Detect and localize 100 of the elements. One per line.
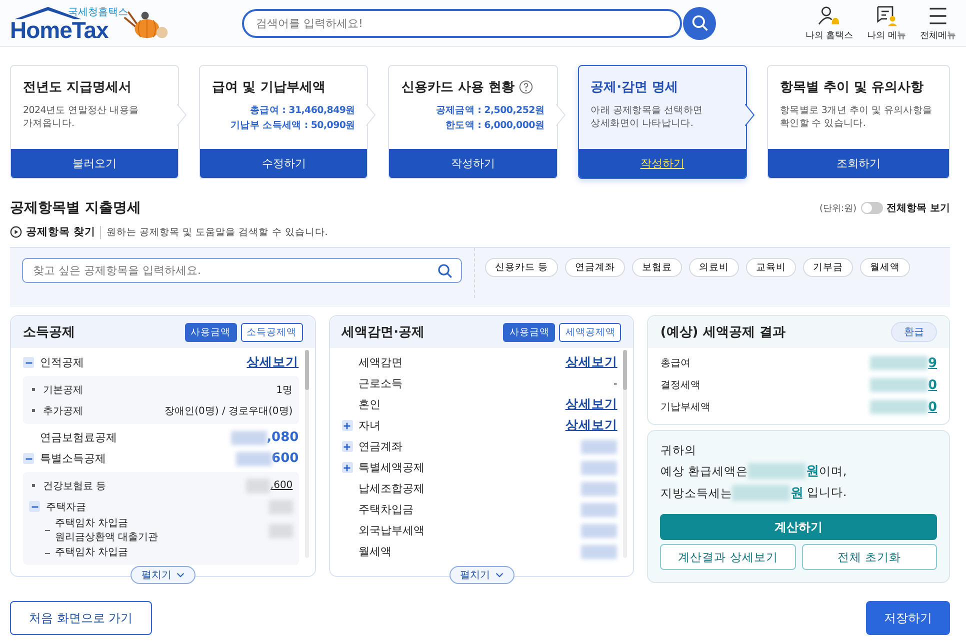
- mode-tab[interactable]: 세액공제액: [559, 322, 622, 342]
- step-description: 아래 공제항목을 선택하면 상세화면이 나타납니다.: [590, 104, 704, 131]
- row-value: ,600: [270, 480, 293, 491]
- currency-unit: 원: [790, 485, 804, 502]
- row-label: 자녀: [358, 418, 381, 433]
- calculate-button[interactable]: 계산하기: [660, 514, 938, 540]
- plus-icon: [343, 422, 352, 430]
- detail-link[interactable]: 상세보기: [246, 354, 299, 371]
- panel-title: 세액감면·공제: [342, 324, 425, 341]
- amount-text: 한도액 : 6,000,000원: [446, 119, 545, 132]
- expand-toggle[interactable]: [29, 501, 40, 512]
- finder-label: 공제항목 찾기: [26, 225, 96, 239]
- step-title: 전년도 지급명세서: [23, 79, 132, 96]
- step-title: 항목별 추이 및 유의사항: [780, 79, 924, 96]
- category-tag[interactable]: 교육비: [746, 258, 796, 277]
- unit-label: (단위:원): [819, 202, 857, 214]
- play-circle-icon: [10, 226, 22, 238]
- detail-link[interactable]: 상세보기: [565, 417, 618, 434]
- person-bell-icon: [817, 4, 842, 26]
- nav-link[interactable]: 전체메뉴: [920, 4, 956, 42]
- nav-link[interactable]: 나의 홈택스: [805, 4, 854, 42]
- message-text: 예상 환급세액은: [660, 464, 748, 478]
- help-icon[interactable]: [518, 80, 532, 94]
- row-label: 주택임차 차입금: [55, 546, 128, 560]
- row-value: -: [613, 377, 618, 390]
- row-label: 특별소득공제: [40, 451, 106, 466]
- category-tag[interactable]: 보험료: [632, 258, 682, 277]
- mode-tab[interactable]: 소득공제액: [240, 322, 303, 342]
- expand-button[interactable]: 펼치기: [130, 566, 196, 584]
- step-button[interactable]: 조회하기: [768, 149, 950, 178]
- finder-description: 원하는 공제항목 및 도움말을 검색할 수 있습니다.: [100, 226, 328, 238]
- step-button[interactable]: 작성하기: [578, 149, 746, 178]
- mode-tab[interactable]: 사용금액: [503, 322, 556, 342]
- row-value: 장애인(0명) / 경로우대(0명): [164, 404, 293, 418]
- outline-button[interactable]: 전체 초기화: [802, 544, 938, 570]
- dash-icon: [45, 552, 50, 554]
- step-description: 2024년도 연말정산 내용을 가져옵니다.: [23, 104, 140, 131]
- row-value: 1명: [276, 384, 293, 396]
- nav-link[interactable]: 나의 메뉴: [867, 4, 906, 42]
- row-value: 9: [928, 356, 938, 370]
- message-text: 입니다.: [806, 485, 847, 501]
- step-title: 신용카드 사용 현황: [401, 79, 514, 96]
- logo-text[interactable]: HomeTax: [10, 17, 108, 44]
- scrollbar[interactable]: [623, 350, 628, 558]
- row-label: 결정세액: [660, 379, 700, 392]
- row-label: 특별세액공제: [358, 460, 425, 475]
- plus-icon: [343, 464, 352, 472]
- search-field[interactable]: 검색어를 입력하세요!: [242, 8, 682, 38]
- row-label: 총급여: [660, 357, 690, 370]
- redaction-blur: [732, 485, 790, 501]
- step-button[interactable]: 수정하기: [200, 149, 368, 178]
- logo-subtitle: 국세청홈택스: [68, 6, 128, 19]
- search-button[interactable]: [683, 6, 716, 40]
- chevron-down-icon: [176, 572, 184, 578]
- dash-icon: [45, 530, 50, 531]
- message-text: 지방소득세는: [660, 486, 732, 500]
- row-label: 기본공제: [43, 384, 83, 396]
- document-person-icon: [874, 4, 899, 26]
- expand-toggle[interactable]: [342, 462, 353, 473]
- scrollbar[interactable]: [304, 350, 309, 558]
- search-icon: [690, 14, 708, 32]
- outline-button[interactable]: 계산결과 상세보기: [660, 544, 796, 570]
- category-tag[interactable]: 월세액: [860, 258, 910, 277]
- search-icon[interactable]: [437, 262, 453, 278]
- expand-toggle[interactable]: [342, 441, 353, 452]
- category-tag[interactable]: 신용카드 등: [485, 258, 558, 277]
- step-description: 항목별로 3개년 추이 및 유의사항을 확인할 수 있습니다.: [780, 104, 934, 131]
- refund-badge: 환급: [891, 322, 938, 342]
- section-title: 공제항목별 지출명세: [10, 199, 141, 217]
- detail-link[interactable]: 상세보기: [565, 354, 618, 371]
- redaction-blur: [748, 463, 806, 479]
- step-button[interactable]: 작성하기: [389, 149, 557, 178]
- category-tag[interactable]: 기부금: [803, 258, 854, 277]
- expand-button[interactable]: 펼치기: [449, 566, 514, 584]
- row-label: 외국납부세액: [358, 523, 425, 538]
- panel-title: (예상) 세액공제 결과: [660, 324, 786, 341]
- row-label: 주택차입금: [358, 502, 414, 517]
- row-label: 연금계좌: [358, 439, 403, 454]
- back-button[interactable]: 처음 화면으로 가기: [10, 601, 152, 635]
- bullet-icon: [32, 388, 35, 391]
- row-value: 0: [928, 400, 938, 414]
- row-label: 인적공제: [40, 355, 84, 370]
- row-label: 건강보험료 등: [43, 480, 106, 492]
- category-tag[interactable]: 의료비: [689, 258, 740, 277]
- toggle-switch[interactable]: [860, 202, 883, 214]
- chevron-down-icon: [495, 572, 503, 578]
- detail-link[interactable]: 상세보기: [565, 396, 618, 413]
- expand-toggle[interactable]: [23, 357, 34, 368]
- category-tag[interactable]: 연금계좌: [565, 258, 626, 277]
- row-label: 연금보험료공제: [40, 430, 117, 445]
- mode-tab[interactable]: 사용금액: [184, 322, 237, 342]
- row-value: 600: [272, 451, 299, 466]
- save-button[interactable]: 저장하기: [866, 601, 950, 635]
- amount-text: 총급여 : 31,460,849원: [250, 104, 356, 117]
- step-button[interactable]: 불러오기: [11, 149, 178, 178]
- expand-toggle[interactable]: [342, 420, 353, 431]
- expand-toggle[interactable]: [23, 453, 34, 464]
- row-value: 0: [928, 378, 938, 392]
- search-field[interactable]: 찾고 싶은 공제항목을 입력하세요.: [22, 258, 462, 283]
- row-label: 월세액: [358, 544, 392, 559]
